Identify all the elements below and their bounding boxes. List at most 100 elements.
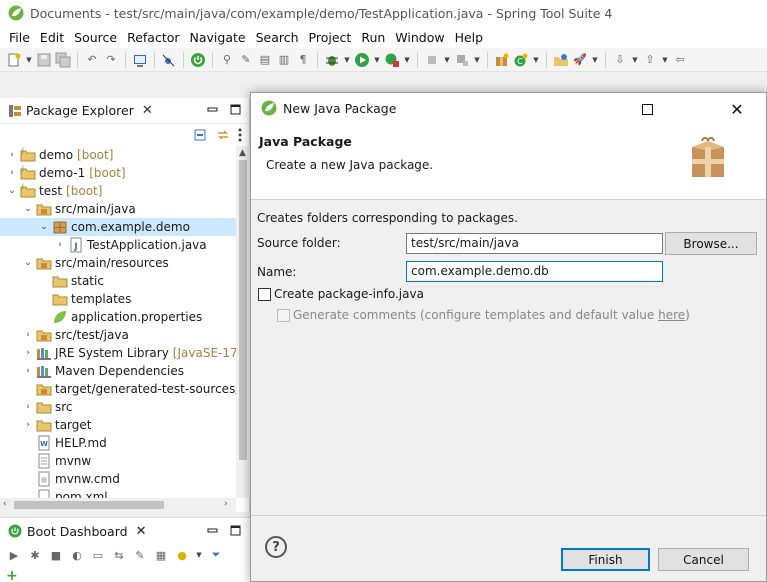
coverage-dropdown-icon[interactable]: ▼ bbox=[473, 56, 481, 64]
toggle-block-icon[interactable]: ▥ bbox=[276, 52, 292, 68]
menu-window[interactable]: Window bbox=[390, 30, 449, 45]
menu-edit[interactable]: Edit bbox=[35, 30, 69, 45]
tree-item[interactable]: pom.xml bbox=[0, 488, 236, 498]
source-folder-input[interactable]: test/src/main/java bbox=[406, 233, 663, 254]
launch-dropdown-icon[interactable]: ▼ bbox=[591, 56, 599, 64]
save-icon[interactable] bbox=[36, 52, 52, 68]
back-icon[interactable]: ⇦ bbox=[672, 52, 688, 68]
redo-icon[interactable]: ↷ bbox=[103, 52, 119, 68]
tree-item[interactable]: › target bbox=[0, 416, 236, 434]
expanded-chevron-icon[interactable]: ⌄ bbox=[22, 258, 34, 268]
spring-boot-icon[interactable] bbox=[190, 52, 206, 68]
collapsed-chevron-icon[interactable]: › bbox=[6, 168, 18, 178]
previous-annotation-dropdown-icon[interactable]: ▼ bbox=[661, 56, 669, 64]
vertical-scroll-thumb[interactable] bbox=[239, 160, 247, 460]
debug-icon[interactable]: ✱ bbox=[27, 547, 43, 563]
new-icon[interactable] bbox=[6, 52, 22, 68]
new-class-dropdown-icon[interactable]: ▼ bbox=[532, 56, 540, 64]
expanded-chevron-icon[interactable]: ⌄ bbox=[6, 186, 18, 196]
refresh-icon[interactable]: ◐ bbox=[69, 547, 85, 563]
package-explorer-tab[interactable]: Package Explorer ✕ bbox=[0, 98, 249, 124]
tree-item[interactable]: › JRE System Library [JavaSE-17] bbox=[0, 344, 236, 362]
run-dropdown-icon[interactable]: ▼ bbox=[373, 56, 381, 64]
open-type-icon[interactable] bbox=[553, 52, 569, 68]
dialog-close-icon[interactable]: ✕ bbox=[715, 97, 759, 121]
coverage-icon[interactable] bbox=[454, 52, 470, 68]
debug-icon[interactable] bbox=[324, 52, 340, 68]
close-view-icon[interactable]: ✕ bbox=[142, 103, 153, 118]
minimize-view-icon[interactable] bbox=[207, 104, 218, 118]
pencil-icon[interactable]: ✎ bbox=[238, 52, 254, 68]
tree-item[interactable]: ⌄ src/main/java bbox=[0, 200, 236, 218]
tree-item[interactable]: › Maven Dependencies bbox=[0, 362, 236, 380]
package-name-input[interactable]: com.example.demo.db bbox=[406, 261, 663, 282]
tree-item[interactable]: mvnw.cmd bbox=[0, 470, 236, 488]
tree-item[interactable]: target/generated-test-sources/tes bbox=[0, 380, 236, 398]
collapsed-chevron-icon[interactable]: › bbox=[54, 240, 66, 250]
launch-icon[interactable]: 🚀 bbox=[572, 52, 588, 68]
collapsed-chevron-icon[interactable]: › bbox=[6, 150, 18, 160]
menu-source[interactable]: Source bbox=[69, 30, 122, 45]
horizontal-scroll-thumb[interactable] bbox=[14, 501, 164, 509]
expanded-chevron-icon[interactable]: ⌄ bbox=[22, 204, 34, 214]
stop-icon[interactable] bbox=[424, 52, 440, 68]
collapsed-chevron-icon[interactable]: › bbox=[22, 366, 34, 376]
show-whitespace-icon[interactable]: ¶ bbox=[295, 52, 311, 68]
tree-item[interactable]: static bbox=[0, 272, 236, 290]
collapsed-chevron-icon[interactable]: › bbox=[22, 420, 34, 430]
tree-item[interactable]: › Jdemo [boot] bbox=[0, 146, 236, 164]
add-icon[interactable]: + bbox=[6, 568, 18, 582]
tree-item[interactable]: › src/test/java bbox=[0, 326, 236, 344]
expanded-chevron-icon[interactable]: ⌄ bbox=[38, 222, 50, 232]
menu-navigate[interactable]: Navigate bbox=[185, 30, 251, 45]
browse-button[interactable]: Browse... bbox=[665, 232, 757, 255]
console-icon[interactable] bbox=[132, 52, 148, 68]
cancel-button[interactable]: Cancel bbox=[658, 548, 749, 571]
scroll-right-icon[interactable]: › bbox=[224, 499, 228, 509]
debug-dropdown-icon[interactable]: ▼ bbox=[343, 56, 351, 64]
tree-horizontal-scrollbar[interactable]: ‹ › bbox=[0, 498, 236, 512]
tree-item[interactable]: ⌄ com.example.demo bbox=[0, 218, 236, 236]
close-view-icon[interactable]: ✕ bbox=[136, 524, 147, 539]
scroll-up-icon[interactable]: ▲ bbox=[239, 148, 246, 158]
finish-button[interactable]: Finish bbox=[561, 548, 650, 571]
menu-refactor[interactable]: Refactor bbox=[122, 30, 184, 45]
create-package-info-label[interactable]: Create package-info.java bbox=[274, 287, 424, 301]
new-java-package-icon[interactable] bbox=[494, 52, 510, 68]
maximize-view-icon[interactable] bbox=[230, 104, 241, 118]
open-browser-icon[interactable]: ▭ bbox=[90, 547, 106, 563]
edit-icon[interactable]: ✎ bbox=[132, 547, 148, 563]
link-icon[interactable]: ⇆ bbox=[111, 547, 127, 563]
configure-templates-link[interactable]: here bbox=[658, 308, 685, 322]
tree-item[interactable]: W HELP.md bbox=[0, 434, 236, 452]
help-icon[interactable]: ? bbox=[265, 536, 287, 558]
stop-dropdown-icon[interactable]: ▼ bbox=[443, 56, 451, 64]
menu-project[interactable]: Project bbox=[304, 30, 357, 45]
tree-item[interactable]: application.properties bbox=[0, 308, 236, 326]
pin-icon[interactable]: ⚲ bbox=[219, 52, 235, 68]
tree-vertical-scrollbar[interactable]: ▲ bbox=[236, 146, 250, 498]
previous-annotation-icon[interactable]: ⇧ bbox=[642, 52, 658, 68]
save-all-icon[interactable] bbox=[55, 52, 71, 68]
new-dropdown-icon[interactable]: ▼ bbox=[25, 56, 33, 64]
search-annotation-icon[interactable]: ▤ bbox=[257, 52, 273, 68]
tree-item[interactable]: ⌄ Jtest [boot] bbox=[0, 182, 236, 200]
tree-item[interactable]: › Jdemo-1 [boot] bbox=[0, 164, 236, 182]
menu-file[interactable]: File bbox=[4, 30, 35, 45]
skip-breakpoints-icon[interactable] bbox=[161, 52, 177, 68]
collapsed-chevron-icon[interactable]: › bbox=[22, 348, 34, 358]
collapse-all-icon[interactable] bbox=[193, 127, 209, 146]
run-external-icon[interactable] bbox=[384, 52, 400, 68]
minimize-view-icon[interactable] bbox=[207, 525, 218, 539]
run-icon[interactable] bbox=[354, 52, 370, 68]
menu-help[interactable]: Help bbox=[450, 30, 489, 45]
tree-item[interactable]: › J TestApplication.java bbox=[0, 236, 236, 254]
maximize-view-icon[interactable] bbox=[230, 525, 241, 539]
start-icon[interactable]: ▶ bbox=[6, 547, 22, 563]
tree-item[interactable]: mvnw bbox=[0, 452, 236, 470]
tree-item[interactable]: › src bbox=[0, 398, 236, 416]
lightbulb-dropdown-icon[interactable]: ▼ bbox=[195, 551, 203, 559]
tree-item[interactable]: templates bbox=[0, 290, 236, 308]
filter-icon[interactable]: ⏷ bbox=[208, 547, 224, 563]
menu-run[interactable]: Run bbox=[356, 30, 390, 45]
